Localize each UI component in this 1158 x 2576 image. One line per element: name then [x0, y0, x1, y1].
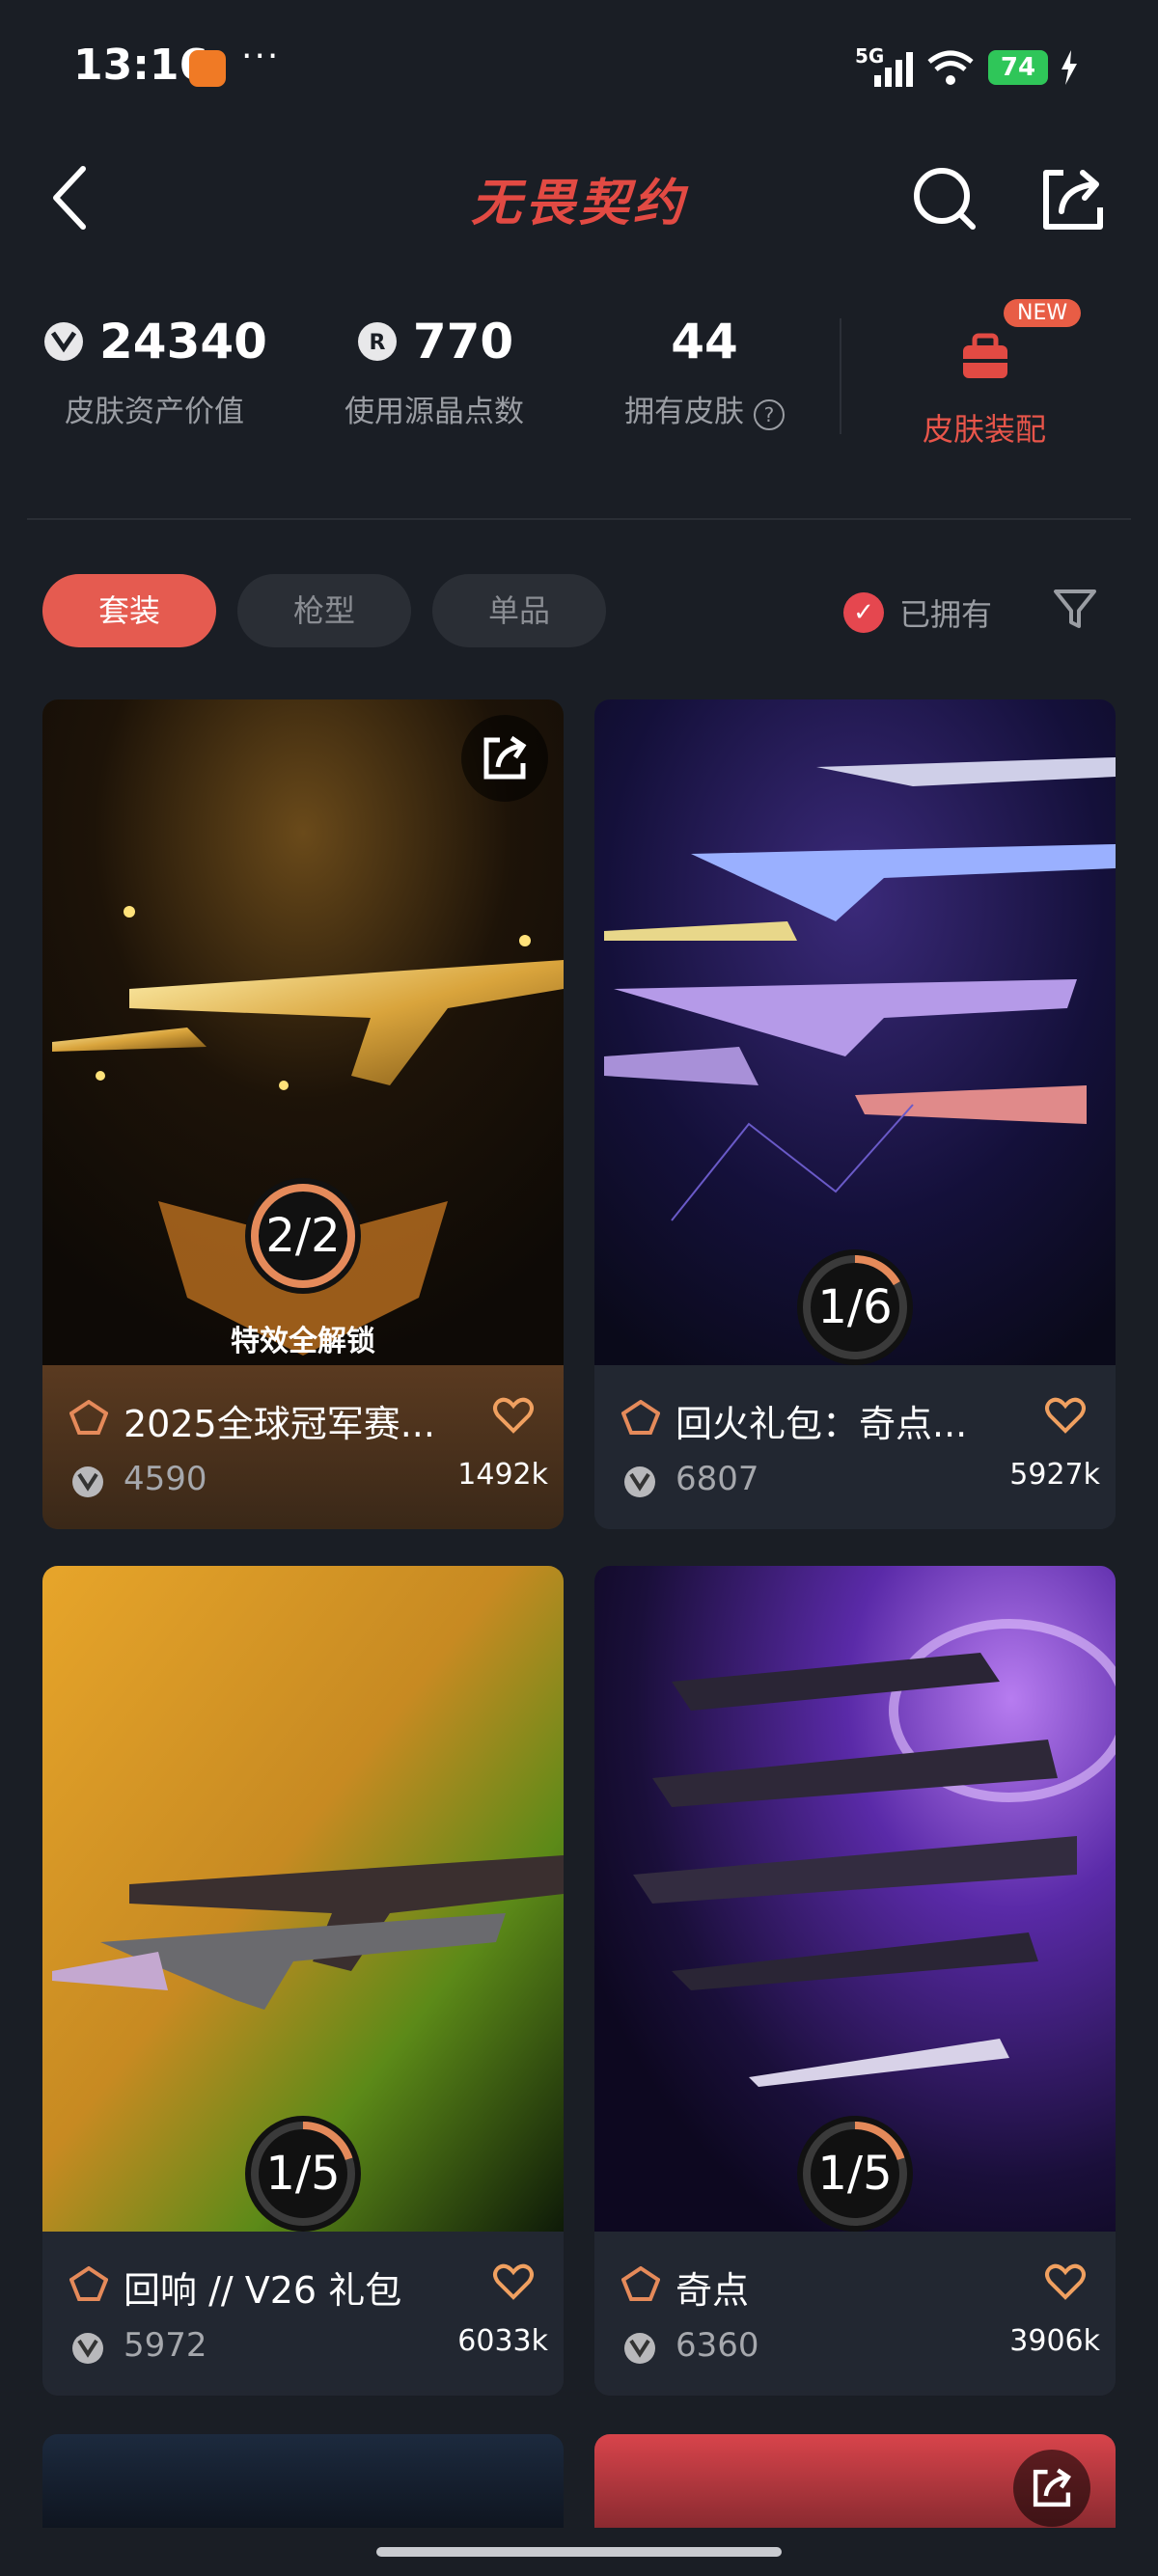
collection-progress: 1/6 — [793, 1246, 917, 1369]
divider — [840, 318, 841, 434]
bundle-card[interactable] — [42, 2434, 564, 2528]
signal-icon — [874, 52, 913, 87]
heart-icon[interactable] — [492, 2262, 535, 2301]
heart-icon[interactable] — [1044, 1396, 1087, 1435]
vp-icon — [72, 2333, 103, 2364]
collection-progress: 1/5 — [793, 2112, 917, 2235]
charging-icon — [1062, 50, 1077, 85]
card-info: 奇点 6360 3906k — [594, 2232, 1116, 2396]
card-info: 回响 // V26 礼包 5972 6033k — [42, 2232, 564, 2396]
status-bar: 13:16 ··· 5G 74 — [0, 0, 1158, 135]
home-indicator[interactable] — [376, 2547, 782, 2557]
vp-icon — [624, 1466, 655, 1497]
tab-single-items[interactable]: 单品 — [432, 574, 606, 647]
vp-icon — [72, 1466, 103, 1497]
share-corner-icon[interactable] — [1013, 2450, 1090, 2527]
stat-radianite: R 770 使用源晶点数 — [345, 314, 524, 429]
tab-weapon-type[interactable]: 枪型 — [237, 574, 411, 647]
collection-progress: 2/2 — [241, 1174, 365, 1298]
page-title: 无畏契约 — [470, 175, 687, 233]
tab-bundles[interactable]: 套装 — [42, 574, 216, 647]
wifi-icon — [927, 50, 974, 85]
filter-icon[interactable] — [1050, 584, 1100, 634]
unlock-label: 特效全解锁 — [231, 1325, 375, 1358]
heart-icon[interactable] — [492, 1396, 535, 1435]
bundle-card[interactable]: 1/5 奇点 6360 3906k — [594, 1566, 1116, 2396]
radianite-icon: R — [357, 322, 397, 361]
heart-icon[interactable] — [1044, 2262, 1087, 2301]
divider — [27, 518, 1131, 520]
loadout-icon[interactable] — [955, 326, 1015, 386]
svg-text:R: R — [369, 331, 385, 355]
stat-asset-value: 24340 皮肤资产价值 — [39, 314, 270, 430]
check-icon: ✓ — [843, 592, 884, 633]
tier-icon — [621, 1400, 660, 1435]
collection-progress: 1/5 — [241, 2112, 365, 2235]
bundle-card[interactable] — [594, 2434, 1116, 2528]
vp-icon — [44, 322, 84, 361]
app-notification-icon — [189, 50, 226, 87]
bundle-card[interactable]: 2/2 特效全解锁 2025全球冠军赛... 4590 1492k — [42, 699, 564, 1529]
tier-icon — [69, 1400, 108, 1435]
search-icon[interactable] — [907, 159, 984, 236]
vp-icon — [624, 2333, 655, 2364]
share-corner-icon[interactable] — [461, 715, 548, 802]
help-icon[interactable]: ? — [753, 399, 785, 430]
tier-icon — [69, 2266, 108, 2301]
stat-owned-skins[interactable]: 44 拥有皮肤 ? — [589, 314, 820, 430]
tier-icon — [621, 2266, 660, 2301]
share-icon[interactable] — [1034, 159, 1112, 236]
more-notifications-icon: ··· — [241, 37, 281, 76]
card-info: 2025全球冠军赛... 4590 1492k — [42, 1365, 564, 1529]
owned-filter-toggle[interactable]: ✓ 已拥有 — [843, 590, 992, 635]
card-info: 回火礼包：奇点... 6807 5927k — [594, 1365, 1116, 1529]
bundle-card[interactable]: 1/6 回火礼包：奇点... 6807 5927k — [594, 699, 1116, 1529]
new-badge: NEW — [1004, 299, 1082, 327]
battery-indicator: 74 — [988, 50, 1048, 85]
outfit-button[interactable]: 皮肤装配 — [868, 405, 1100, 450]
bundle-card[interactable]: 1/5 回响 // V26 礼包 5972 6033k — [42, 1566, 564, 2396]
